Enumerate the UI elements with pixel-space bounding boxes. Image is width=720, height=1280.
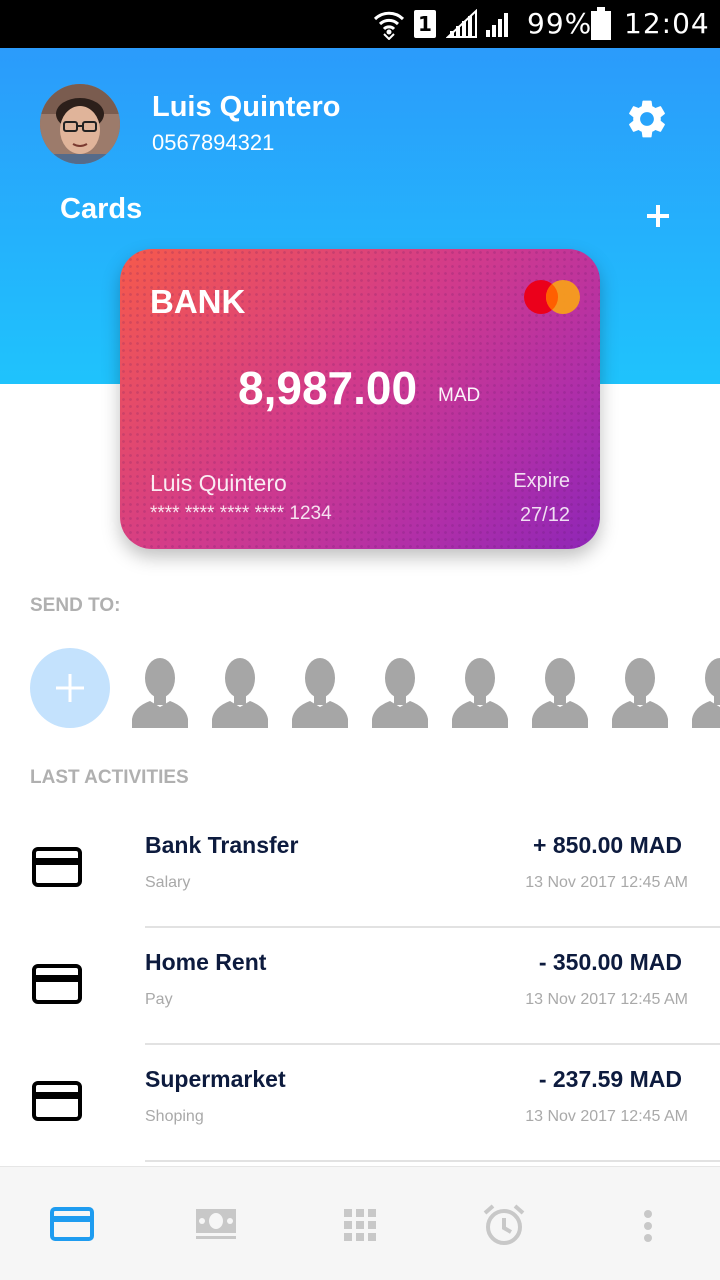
send-to-title: SEND TO: — [30, 595, 121, 616]
activity-subtitle: Salary — [145, 874, 191, 891]
contact-avatar-icon[interactable] — [212, 655, 268, 728]
activity-amount: - 350.00 MAD — [538, 949, 682, 975]
sim-badge: 1 — [414, 10, 436, 38]
card-holder-name: Luis Quintero — [150, 470, 287, 496]
contact-avatar-icon[interactable] — [692, 655, 720, 728]
signal-icon — [446, 9, 477, 38]
contact-avatar-icon[interactable] — [292, 655, 348, 728]
divider — [145, 1160, 720, 1162]
plus-icon — [56, 674, 84, 702]
credit-card-icon — [32, 964, 82, 1004]
activity-title: Supermarket — [145, 1066, 286, 1092]
avatar[interactable] — [40, 84, 120, 164]
activity-date: 13 Nov 2017 12:45 AM — [525, 991, 688, 1008]
app-screen: 1 99% 12:04 Luis Quintero 0567894321 Car… — [0, 0, 720, 1280]
credit-card-icon — [32, 1081, 82, 1121]
activity-row[interactable]: Home Rent Pay - 350.00 MAD 13 Nov 2017 1… — [0, 928, 720, 1045]
avatar-photo — [40, 84, 120, 164]
money-icon[interactable] — [194, 1207, 238, 1241]
signal-2-icon — [486, 13, 508, 37]
contact-avatar-icon[interactable] — [532, 655, 588, 728]
card-currency: MAD — [438, 385, 481, 406]
bank-card[interactable]: BANK 8,987.00 MAD Luis Quintero **** ***… — [120, 249, 600, 549]
card-balance: 8,987.00 — [238, 362, 418, 414]
add-contact-button[interactable] — [30, 648, 110, 728]
activity-row[interactable]: Bank Transfer Salary + 850.00 MAD 13 Nov… — [0, 811, 720, 928]
bottom-navigation — [0, 1166, 720, 1280]
card-bank-name: BANK — [150, 283, 246, 320]
status-bar: 1 99% 12:04 — [0, 0, 720, 48]
activity-amount: + 850.00 MAD — [533, 832, 682, 858]
activity-date: 13 Nov 2017 12:45 AM — [525, 874, 688, 891]
alarm-icon[interactable] — [482, 1203, 526, 1247]
user-phone: 0567894321 — [152, 130, 275, 155]
activity-subtitle: Shoping — [145, 1108, 204, 1125]
wifi-icon — [373, 11, 405, 40]
sim-number: 1 — [418, 12, 432, 36]
clock: 12:04 — [624, 7, 710, 40]
contact-avatar-icon[interactable] — [612, 655, 668, 728]
gear-icon[interactable] — [624, 96, 670, 142]
contact-avatar-icon[interactable] — [372, 655, 428, 728]
grid-icon[interactable] — [344, 1209, 376, 1241]
battery-percent: 99% — [527, 7, 593, 40]
card-expire-date: 27/12 — [519, 504, 570, 526]
battery-icon — [591, 7, 611, 40]
contact-avatar-icon[interactable] — [132, 655, 188, 728]
last-activities-title: LAST ACTIVITIES — [30, 767, 189, 788]
card-number: **** **** **** **** 1234 — [150, 503, 332, 524]
mastercard-logo-icon — [524, 280, 580, 314]
user-name: Luis Quintero — [152, 91, 341, 123]
contact-avatar-icon[interactable] — [452, 655, 508, 728]
add-card-plus-icon[interactable] — [646, 204, 670, 228]
activity-amount: - 237.59 MAD — [538, 1066, 682, 1092]
card-expire-label: Expire — [513, 470, 570, 492]
activity-row[interactable]: Supermarket Shoping - 237.59 MAD 13 Nov … — [0, 1045, 720, 1162]
card-icon[interactable] — [50, 1207, 94, 1241]
activity-title: Home Rent — [145, 949, 267, 975]
activity-date: 13 Nov 2017 12:45 AM — [525, 1108, 688, 1125]
cards-title: Cards — [60, 193, 143, 225]
activity-title: Bank Transfer — [145, 832, 299, 858]
activity-subtitle: Pay — [145, 991, 173, 1008]
more-vertical-icon[interactable] — [642, 1209, 654, 1243]
credit-card-icon — [32, 847, 82, 887]
